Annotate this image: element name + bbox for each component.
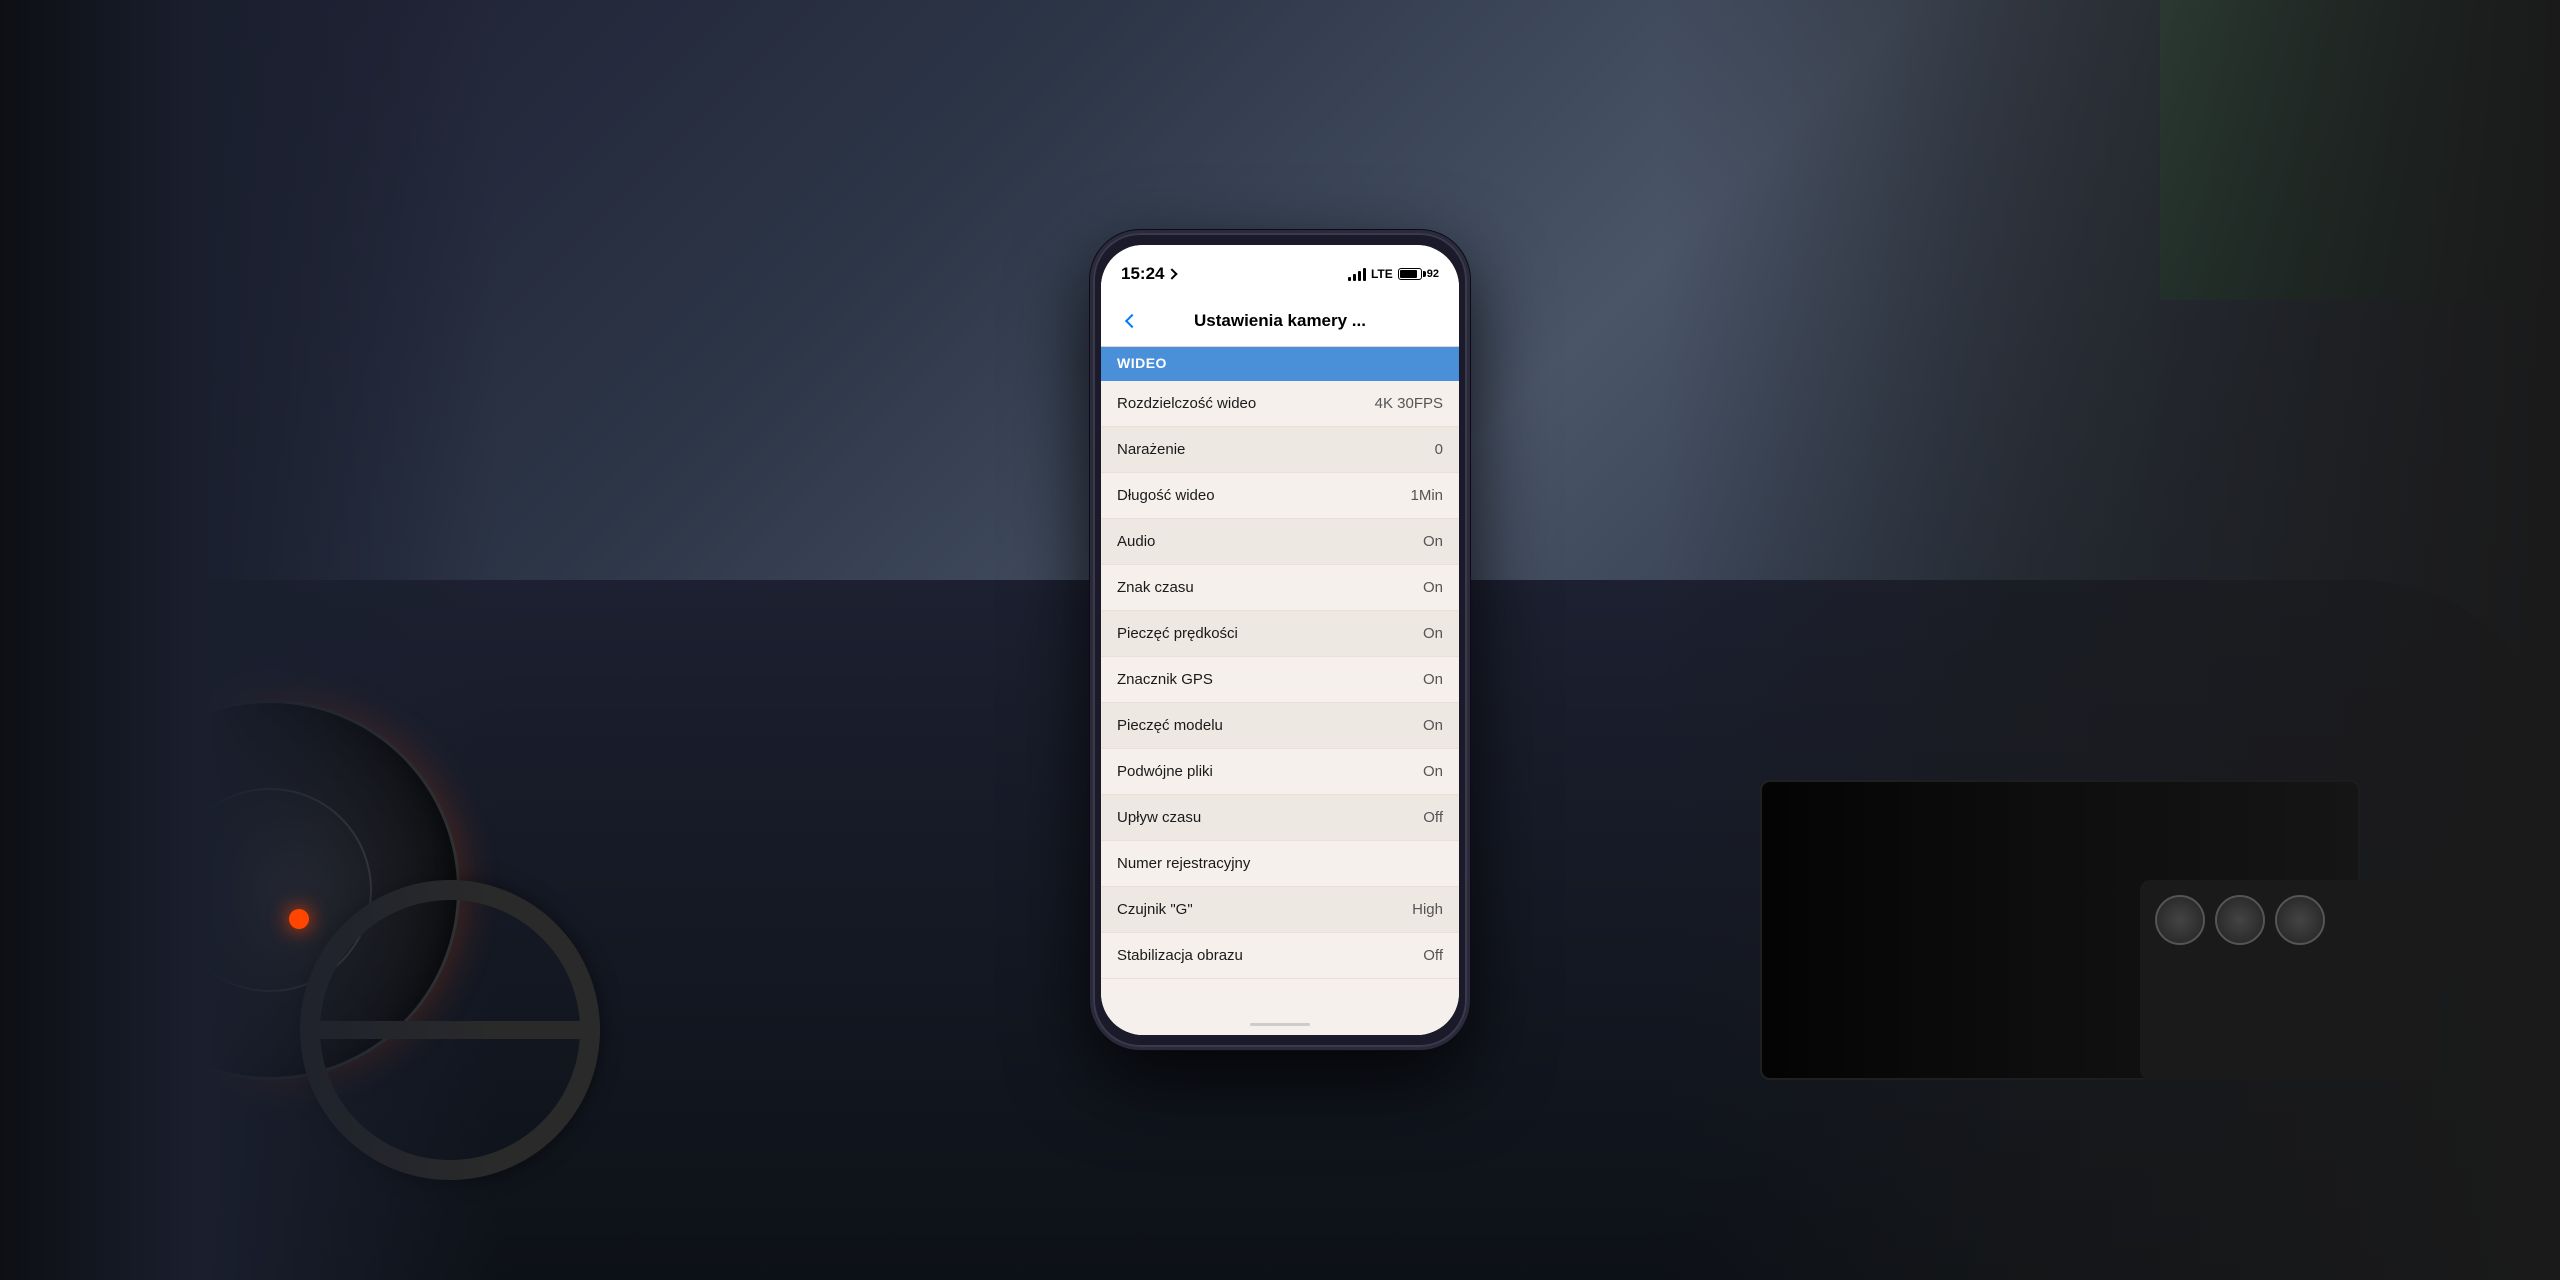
status-bar: 15:24 LTE <box>1101 245 1459 295</box>
settings-item-label: Audio <box>1117 533 1155 550</box>
back-chevron-icon <box>1125 313 1139 327</box>
settings-item[interactable]: Czujnik "G" High <box>1101 887 1459 933</box>
settings-item-value: 4K 30FPS <box>1375 395 1443 412</box>
screen-content: 15:24 LTE <box>1101 245 1459 1035</box>
settings-item-value: Off <box>1423 809 1443 826</box>
phone-screen: 15:24 LTE <box>1101 245 1459 1035</box>
settings-item[interactable]: Upływ czasu Off <box>1101 795 1459 841</box>
settings-item-label: Stabilizacja obrazu <box>1117 947 1243 964</box>
signal-strength <box>1348 267 1366 281</box>
settings-list: Rozdzielczość wideo 4K 30FPS Narażenie 0 Dłu… <box>1101 381 1459 1014</box>
settings-item-value: Off <box>1423 947 1443 964</box>
control-knob-3 <box>2275 895 2325 945</box>
settings-item-value: On <box>1423 625 1443 642</box>
settings-item-label: Narażenie <box>1117 441 1185 458</box>
settings-item-value: 0 <box>1435 441 1443 458</box>
settings-item[interactable]: Znacznik GPS On <box>1101 657 1459 703</box>
location-icon <box>1167 268 1178 279</box>
settings-item[interactable]: Podwójne pliki On <box>1101 749 1459 795</box>
settings-item[interactable]: Znak czasu On <box>1101 565 1459 611</box>
settings-item[interactable]: Pieczęć prędkości On <box>1101 611 1459 657</box>
settings-item[interactable]: Narażenie 0 <box>1101 427 1459 473</box>
settings-item-value: On <box>1423 579 1443 596</box>
back-button[interactable] <box>1117 306 1147 336</box>
settings-item[interactable]: Numer rejestracyjny <box>1101 841 1459 887</box>
settings-item-label: Pieczęć modelu <box>1117 717 1223 734</box>
settings-item-label: Numer rejestracyjny <box>1117 855 1250 872</box>
screen-title: Ustawienia kamery ... <box>1147 311 1413 331</box>
status-icons: LTE 92 <box>1348 267 1439 281</box>
smartphone: 15:24 LTE <box>1090 230 1470 1050</box>
controls-panel <box>2140 880 2440 1080</box>
left-blur-overlay <box>0 0 500 1280</box>
settings-item-label: Znacznik GPS <box>1117 671 1213 688</box>
settings-item-value: High <box>1412 901 1443 918</box>
settings-item-label: Długość wideo <box>1117 487 1215 504</box>
settings-item-value: On <box>1423 763 1443 780</box>
scroll-indicator <box>1250 1023 1310 1026</box>
settings-item-label: Czujnik "G" <box>1117 901 1193 918</box>
battery-percent: 92 <box>1427 268 1439 280</box>
settings-item-label: Rozdzielczość wideo <box>1117 395 1256 412</box>
settings-item[interactable]: Rozdzielczość wideo 4K 30FPS <box>1101 381 1459 427</box>
network-type: LTE <box>1371 267 1393 281</box>
scene: 15:24 LTE <box>0 0 2560 1280</box>
battery-fill <box>1400 270 1417 278</box>
status-time: 15:24 <box>1121 264 1176 284</box>
scroll-indicator-bar <box>1101 1014 1459 1035</box>
navigation-bar: Ustawienia kamery ... <box>1101 295 1459 347</box>
section-header-label: WIDEO <box>1117 355 1167 371</box>
settings-item-label: Pieczęć prędkości <box>1117 625 1238 642</box>
settings-item-value: 1Min <box>1410 487 1443 504</box>
settings-item[interactable]: Pieczęć modelu On <box>1101 703 1459 749</box>
phone-wrapper: 15:24 LTE <box>1090 230 1470 1050</box>
settings-item-label: Upływ czasu <box>1117 809 1201 826</box>
settings-item-label: Znak czasu <box>1117 579 1194 596</box>
settings-item-value: On <box>1423 717 1443 734</box>
time-display: 15:24 <box>1121 264 1164 284</box>
settings-item[interactable]: Audio On <box>1101 519 1459 565</box>
settings-item[interactable]: Długość wideo 1Min <box>1101 473 1459 519</box>
settings-item-value: On <box>1423 671 1443 688</box>
speedometer-center <box>289 909 309 929</box>
right-blur-overlay <box>1660 0 2560 1280</box>
control-knob-2 <box>2215 895 2265 945</box>
settings-item-value: On <box>1423 533 1443 550</box>
battery-icon <box>1398 268 1422 280</box>
settings-item[interactable]: Stabilizacja obrazu Off <box>1101 933 1459 979</box>
section-header: WIDEO <box>1101 347 1459 381</box>
control-knob-1 <box>2155 895 2205 945</box>
settings-item-label: Podwójne pliki <box>1117 763 1213 780</box>
